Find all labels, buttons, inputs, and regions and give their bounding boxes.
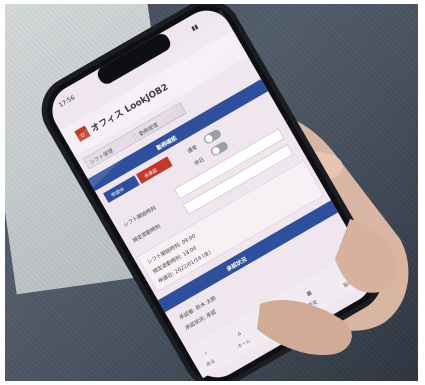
phone-photo: 17:56 ▮▮ D オフィス LookJOB2 シフト管理 勤務管理 勤務確認… bbox=[41, 4, 409, 381]
photo-background: 17:56 ▮▮ D オフィス LookJOB2 シフト管理 勤務管理 勤務確認… bbox=[5, 4, 418, 381]
